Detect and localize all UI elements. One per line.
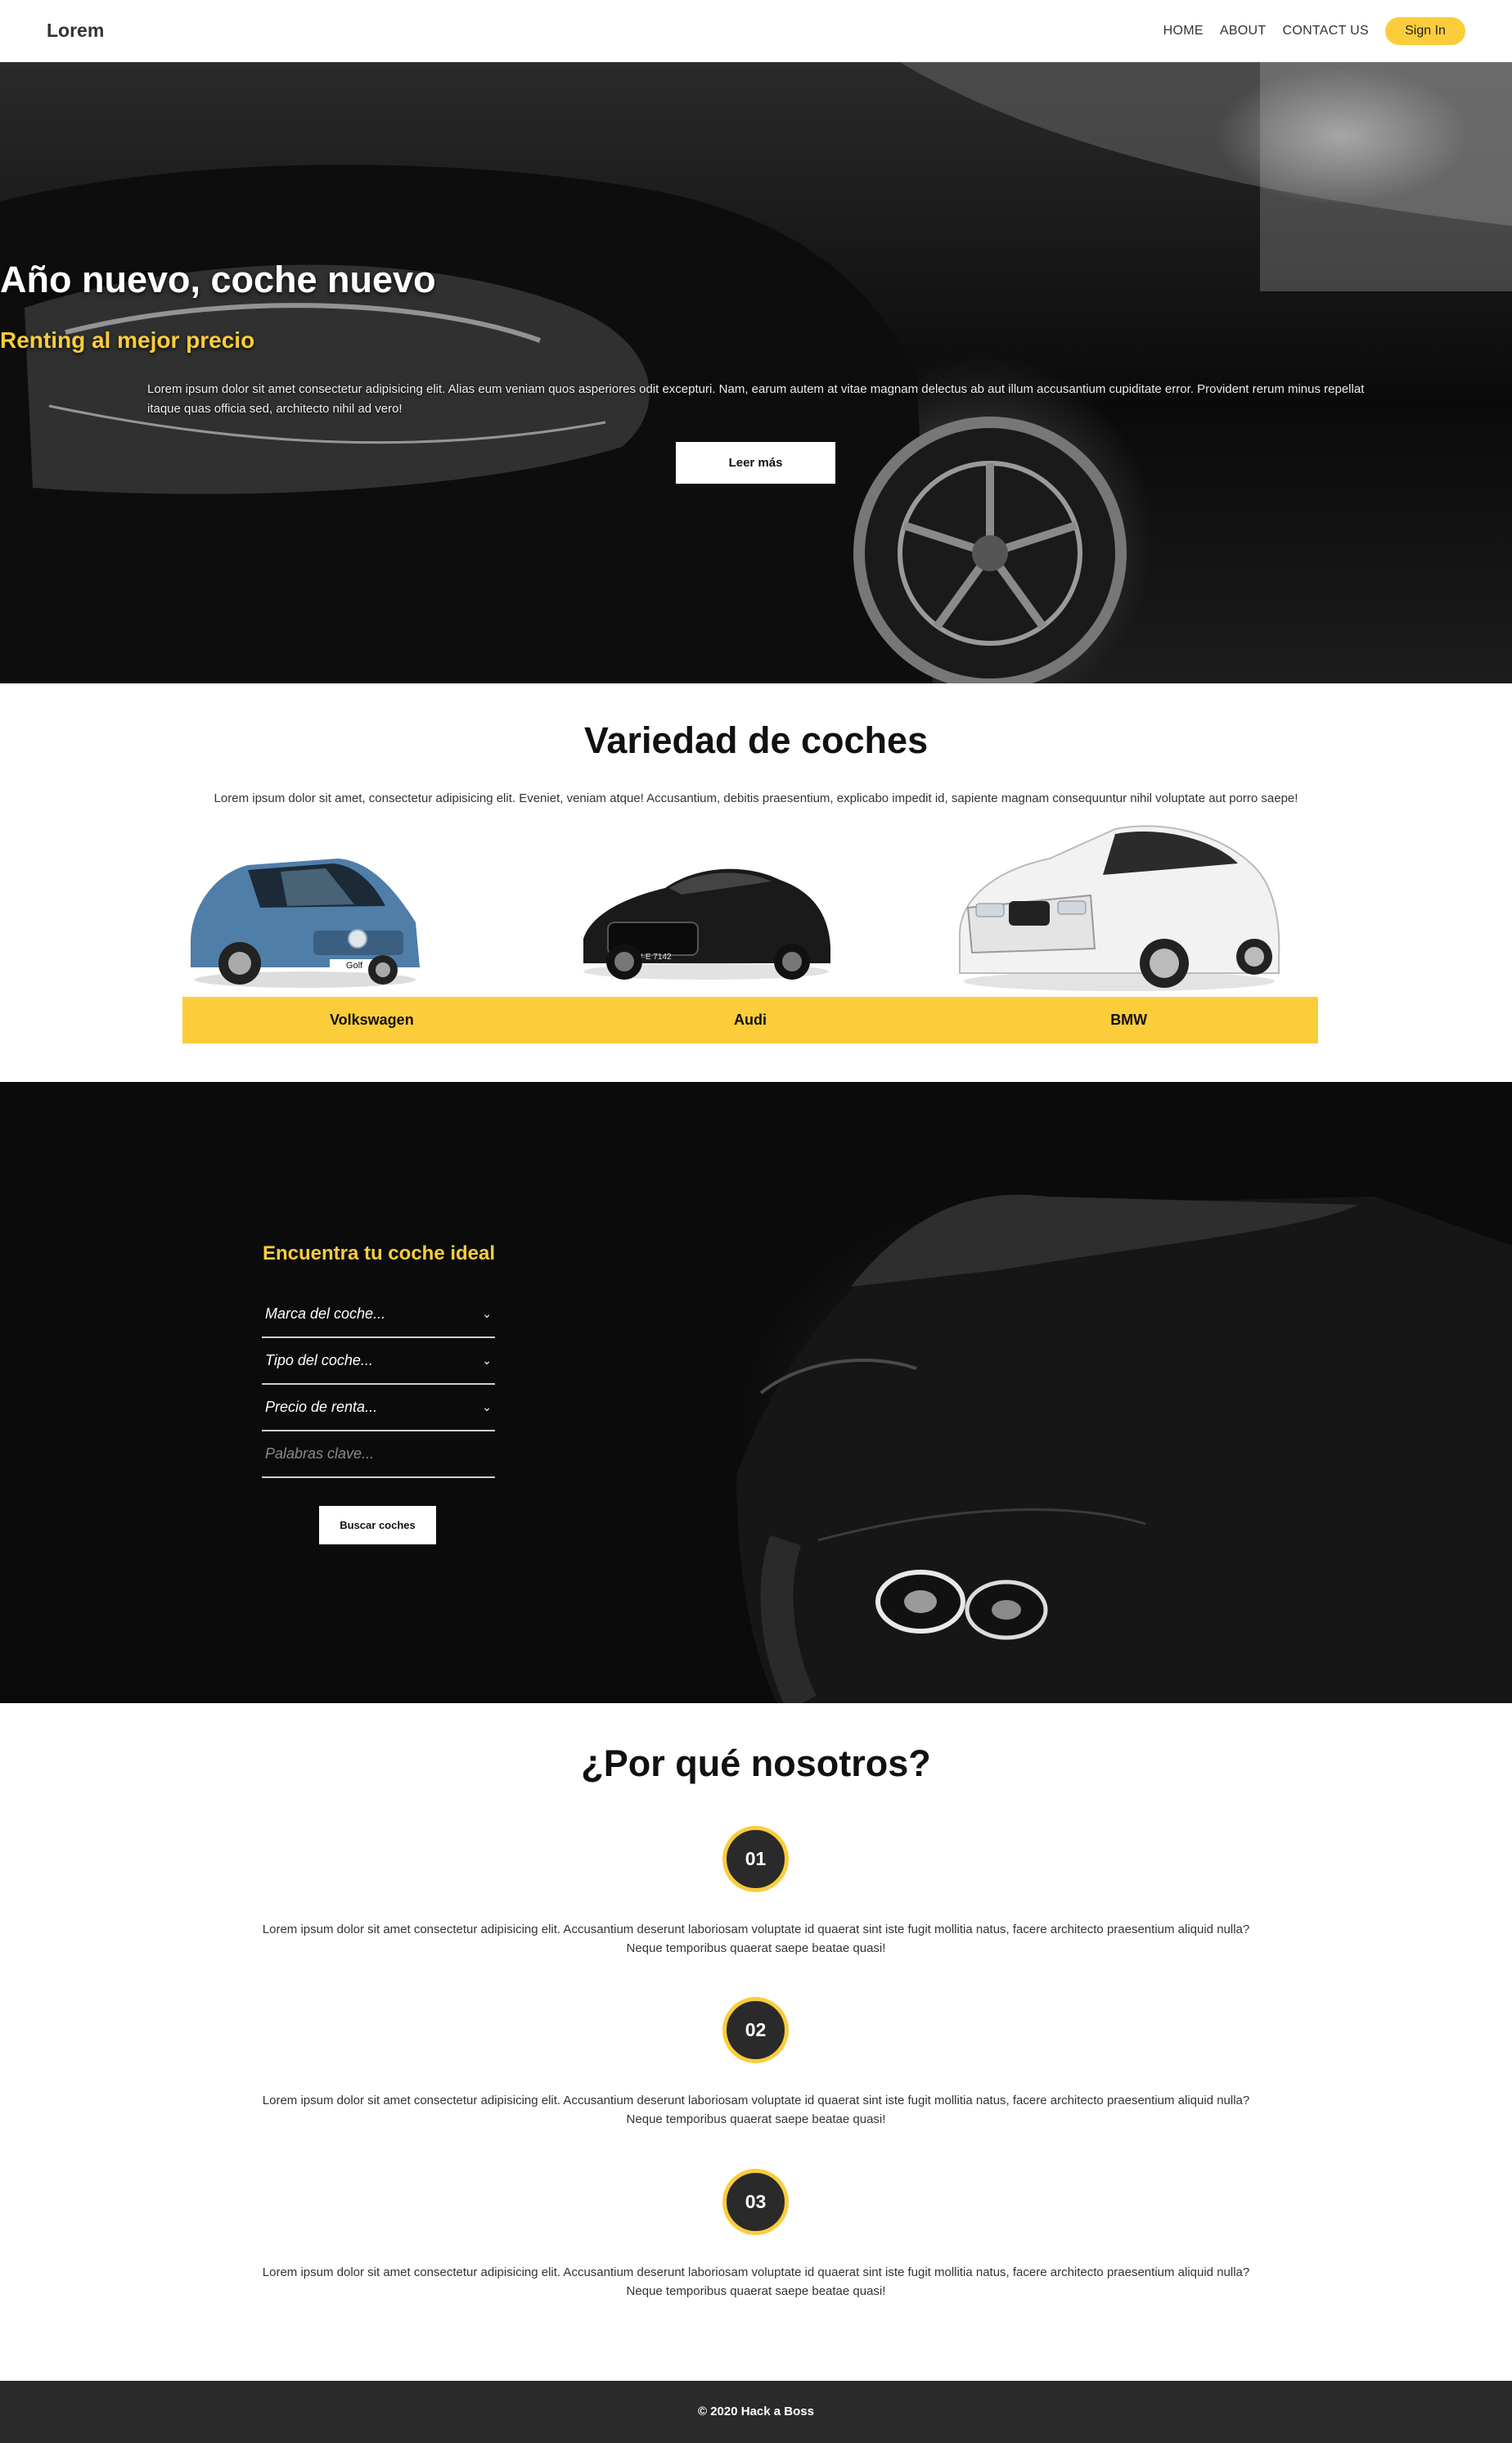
chevron-down-icon: ⌄	[482, 1400, 492, 1413]
step-number-badge: 01	[722, 1826, 789, 1892]
brand-logo[interactable]: Lorem	[47, 20, 104, 42]
footer-copyright: © 2020 Hack a Boss	[698, 2405, 814, 2418]
step-number-badge: 03	[722, 2169, 789, 2235]
brand-select-value: Marca del coche...	[265, 1305, 386, 1322]
hero-car-image	[0, 62, 1512, 683]
why-us-section: ¿Por qué nosotros? 01 Lorem ipsum dolor …	[0, 1703, 1512, 2381]
read-more-button[interactable]: Leer más	[676, 442, 835, 484]
bmw-car-image[interactable]	[952, 809, 1287, 998]
brand-audi[interactable]: Audi	[561, 997, 940, 1043]
hero-section: Año nuevo, coche nuevo Renting al mejor …	[0, 62, 1512, 683]
reason-line: Neque temporibus quaerat saepe beatae qu…	[626, 2284, 886, 2298]
why-title: ¿Por qué nosotros?	[581, 1742, 931, 1784]
hero-title: Año nuevo, coche nuevo	[0, 259, 436, 300]
price-select-value: Precio de renta...	[265, 1399, 378, 1415]
reason-line: Neque temporibus quaerat saepe beatae qu…	[626, 1941, 886, 1955]
nav-link-home[interactable]: HOME	[1163, 24, 1204, 38]
reason-line: Lorem ipsum dolor sit amet consectetur a…	[262, 1922, 1250, 1936]
nav-menu: HOME ABOUT CONTACT US Sign In	[1147, 16, 1465, 45]
brand-band: Volkswagen Audi BMW	[182, 997, 1318, 1043]
brand-select[interactable]: Marca del coche... ⌄	[262, 1291, 495, 1338]
variety-description: Lorem ipsum dolor sit amet, consectetur …	[214, 791, 1298, 805]
hero-description: Lorem ipsum dolor sit amet consectetur a…	[147, 382, 1365, 416]
keywords-input[interactable]: Palabras clave...	[262, 1431, 495, 1478]
price-select[interactable]: Precio de renta... ⌄	[262, 1385, 495, 1431]
step-number-badge: 02	[722, 1997, 789, 2063]
reason-line: Lorem ipsum dolor sit amet consectetur a…	[262, 2094, 1250, 2107]
car-gallery: Golf IN·E 7142	[182, 816, 1318, 1000]
reason-line: Lorem ipsum dolor sit amet consectetur a…	[262, 2265, 1250, 2279]
keywords-placeholder: Palabras clave...	[265, 1445, 375, 1462]
golf-plate-text: Golf	[346, 961, 363, 971]
sign-in-button[interactable]: Sign In	[1385, 16, 1465, 45]
variety-section: Variedad de coches Lorem ipsum dolor sit…	[0, 683, 1512, 1082]
nav-link-contact[interactable]: CONTACT US	[1282, 24, 1369, 38]
footer: © 2020 Hack a Boss	[0, 2381, 1512, 2443]
finder-title: Encuentra tu coche ideal	[262, 1242, 496, 1264]
variety-title: Variedad de coches	[583, 719, 929, 761]
reason-line: Neque temporibus quaerat saepe beatae qu…	[626, 2112, 886, 2126]
reason-text: Lorem ipsum dolor sit amet consectetur a…	[205, 1920, 1307, 1958]
reason-text: Lorem ipsum dolor sit amet consectetur a…	[205, 2091, 1307, 2129]
reason-text: Lorem ipsum dolor sit amet consectetur a…	[205, 2263, 1307, 2301]
hero-subtitle: Renting al mejor precio	[0, 327, 255, 353]
chevron-down-icon: ⌄	[482, 1354, 492, 1367]
volkswagen-car-image[interactable]: Golf	[182, 816, 428, 996]
type-select-value: Tipo del coche...	[265, 1352, 373, 1368]
search-cars-button[interactable]: Buscar coches	[319, 1506, 436, 1544]
brand-bmw[interactable]: BMW	[939, 997, 1318, 1043]
navbar: Lorem HOME ABOUT CONTACT US Sign In	[0, 0, 1512, 62]
audi-car-image[interactable]: IN·E 7142	[575, 841, 837, 988]
type-select[interactable]: Tipo del coche... ⌄	[262, 1338, 495, 1385]
nav-link-about[interactable]: ABOUT	[1220, 24, 1267, 38]
brand-volkswagen[interactable]: Volkswagen	[182, 997, 561, 1043]
chevron-down-icon: ⌄	[482, 1307, 492, 1320]
dark-car-image	[736, 1194, 1512, 1703]
car-finder-section: Encuentra tu coche ideal Marca del coche…	[0, 1082, 1512, 1703]
